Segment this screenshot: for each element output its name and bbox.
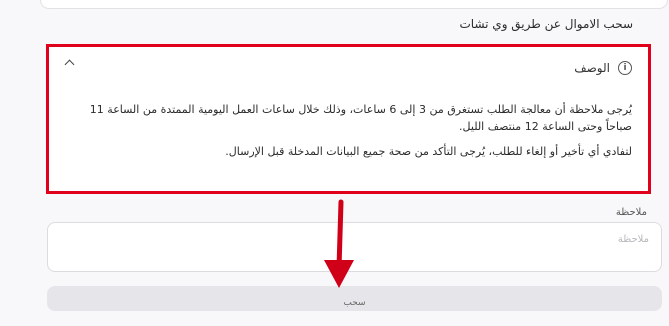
- description-panel: i الوصف يُرجى ملاحظة أن معالجة الطلب تست…: [46, 44, 651, 194]
- description-body: يُرجى ملاحظة أن معالجة الطلب تستغرق من 3…: [62, 101, 632, 168]
- section-title: سحب الاموال عن طريق وي تشات: [459, 17, 633, 31]
- chevron-up-icon[interactable]: [64, 59, 75, 70]
- previous-card-edge: [40, 0, 668, 9]
- description-line-1: يُرجى ملاحظة أن معالجة الطلب تستغرق من 3…: [89, 103, 632, 133]
- description-header[interactable]: i الوصف: [574, 61, 632, 75]
- arrow-down-icon: [324, 199, 354, 288]
- note-label: ملاحظة: [615, 207, 647, 218]
- withdraw-page: سحب الاموال عن طريق وي تشات i الوصف يُرج…: [0, 0, 669, 326]
- description-title: الوصف: [574, 61, 610, 75]
- description-line-2: لتفادي أي تأخير أو إلغاء للطلب، يُرجى ال…: [225, 145, 632, 158]
- info-icon: i: [618, 61, 632, 75]
